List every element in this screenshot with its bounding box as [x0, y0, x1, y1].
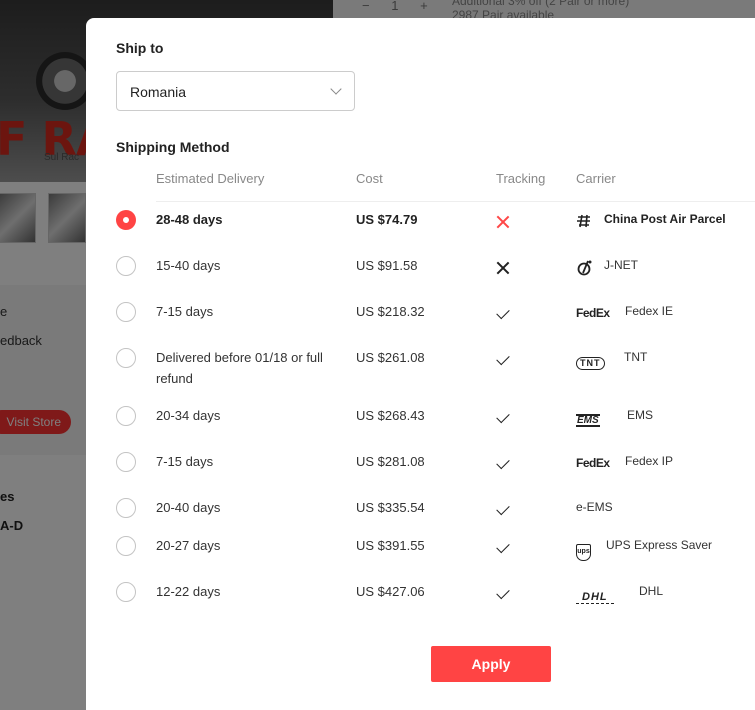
carrier-name: e-EMS — [576, 500, 613, 514]
ups-logo-text: ups — [576, 544, 591, 561]
header-divider — [156, 201, 755, 202]
shipping-method-label: Shipping Method — [116, 139, 230, 155]
tracking-check-icon — [496, 409, 512, 427]
estimated-delivery: 20-34 days — [156, 408, 221, 423]
shipping-option-radio[interactable] — [116, 210, 136, 230]
country-select[interactable]: Romania — [116, 71, 355, 111]
tnt-logo-text: TNT — [576, 357, 605, 370]
china-post-icon — [576, 213, 592, 229]
no-tracking-icon — [496, 261, 512, 277]
tracking-check-icon — [496, 501, 512, 519]
apply-button[interactable]: Apply — [431, 646, 551, 682]
shipping-cost: US $218.32 — [356, 304, 425, 319]
tnt-icon: TNT — [576, 351, 605, 370]
dhl-icon: DHL — [576, 585, 614, 604]
dhl-logo-text: DHL — [576, 592, 614, 604]
shipping-cost: US $268.43 — [356, 408, 425, 423]
no-tracking-icon — [496, 215, 512, 231]
ems-icon: EMS — [576, 408, 600, 427]
ems-logo-text: EMS — [576, 414, 600, 427]
carrier-name: TNT — [624, 350, 648, 364]
shipping-option-radio[interactable] — [116, 348, 136, 368]
carrier-name: UPS Express Saver — [606, 538, 713, 552]
estimated-delivery: 12-22 days — [156, 584, 221, 599]
shipping-option-radio[interactable] — [116, 406, 136, 426]
carrier-name: DHL — [639, 584, 664, 598]
estimated-delivery: Delivered before 01/18 or full refund — [156, 350, 323, 386]
column-header-delivery: Estimated Delivery — [156, 171, 265, 186]
ship-to-label: Ship to — [116, 40, 164, 56]
tracking-check-icon — [496, 585, 512, 603]
jnet-icon — [576, 259, 594, 276]
carrier-name: Fedex IE — [625, 304, 674, 318]
chevron-down-icon — [330, 83, 342, 95]
fedex-icon: FedEx — [576, 306, 610, 320]
column-header-carrier: Carrier — [576, 171, 616, 186]
tracking-check-icon — [496, 539, 512, 557]
estimated-delivery: 7-15 days — [156, 304, 214, 319]
estimated-delivery: 28-48 days — [156, 212, 223, 227]
shipping-option-radio[interactable] — [116, 302, 136, 322]
ups-icon: ups — [576, 538, 591, 561]
shipping-cost: US $335.54 — [356, 500, 425, 515]
carrier-name: J-NET — [604, 258, 638, 272]
column-header-tracking: Tracking — [496, 171, 546, 186]
estimated-delivery: 20-40 days — [156, 500, 221, 515]
carrier-name: EMS — [627, 408, 654, 422]
shipping-cost: US $427.06 — [356, 584, 425, 599]
shipping-cost: US $391.55 — [356, 538, 425, 553]
column-header-cost: Cost — [356, 171, 383, 186]
fedex-icon: FedEx — [576, 456, 610, 470]
shipping-cost: US $281.08 — [356, 454, 425, 469]
shipping-option-radio[interactable] — [116, 536, 136, 556]
shipping-option-radio[interactable] — [116, 498, 136, 518]
shipping-option-radio[interactable] — [116, 256, 136, 276]
tracking-check-icon — [496, 455, 512, 473]
estimated-delivery: 7-15 days — [156, 454, 214, 469]
carrier-name: Fedex IP — [625, 454, 674, 468]
country-value: Romania — [130, 84, 187, 100]
tracking-check-icon — [496, 305, 512, 323]
estimated-delivery: 20-27 days — [156, 538, 221, 553]
shipping-modal: Ship to Romania Shipping Method Estimate… — [86, 18, 755, 710]
shipping-option-radio[interactable] — [116, 582, 136, 602]
shipping-cost: US $261.08 — [356, 350, 425, 365]
carrier-name: China Post Air Parcel — [604, 212, 726, 226]
shipping-cost: US $91.58 — [356, 258, 418, 273]
tracking-check-icon — [496, 351, 512, 369]
estimated-delivery: 15-40 days — [156, 258, 221, 273]
shipping-option-radio[interactable] — [116, 452, 136, 472]
shipping-cost: US $74.79 — [356, 212, 418, 227]
